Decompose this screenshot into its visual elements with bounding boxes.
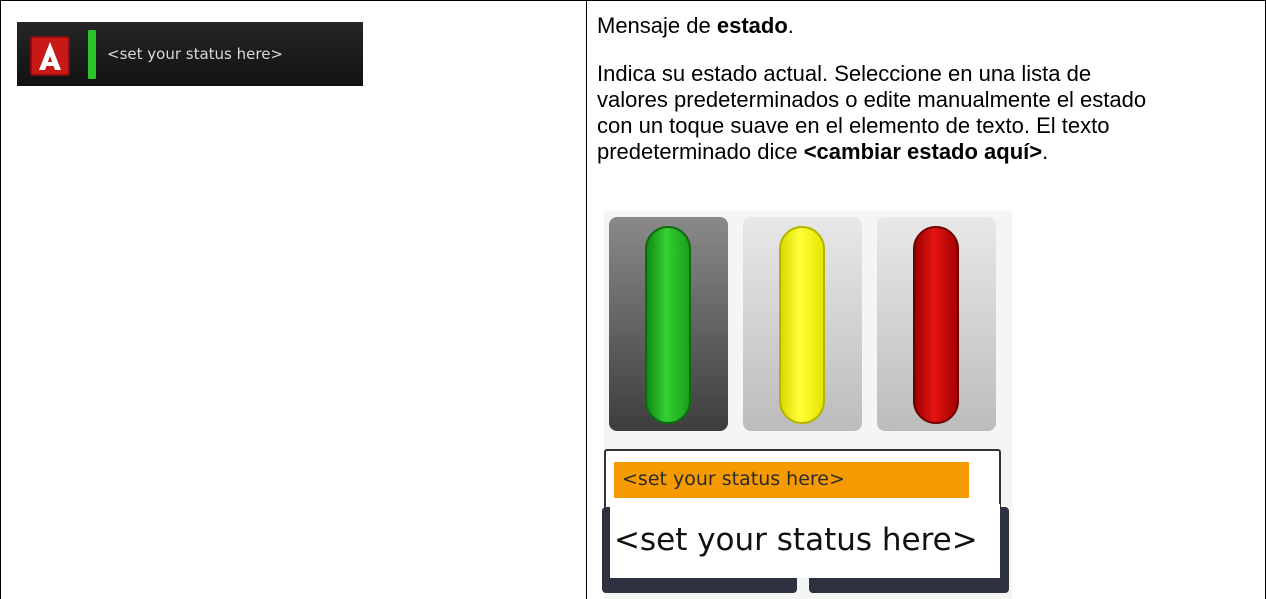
status-text[interactable]: <set your status here> <box>107 45 283 63</box>
heading-prefix: Mensaje de <box>597 13 717 38</box>
heading-suffix: . <box>787 13 794 38</box>
heading-bold: estado <box>716 13 788 38</box>
status-tile-red[interactable] <box>877 217 996 431</box>
heading: Mensaje de estado. <box>597 13 1265 39</box>
status-selector-screenshot: <set your status here> <set your status … <box>602 211 1012 599</box>
description-bold: <cambiar estado aquí> <box>803 139 1043 164</box>
red-lever-icon <box>913 226 959 424</box>
status-tile-yellow[interactable] <box>743 217 862 431</box>
yellow-lever-icon <box>779 226 825 424</box>
status-text-input[interactable]: <set your status here> <box>610 504 1000 578</box>
green-lever-icon <box>645 226 691 424</box>
app-logo-a-icon <box>30 36 70 76</box>
status-bar-screenshot: <set your status here> <box>17 22 363 86</box>
description-suffix: . <box>1042 139 1049 164</box>
description: Indica su estado actual. Seleccione en u… <box>597 61 1157 165</box>
status-color-indicator <box>88 30 96 79</box>
dropdown-option-label: <set your status here> <box>622 468 845 490</box>
dropdown-option-selected[interactable]: <set your status here> <box>614 462 969 498</box>
left-cell: <set your status here> <box>1 1 587 599</box>
status-tile-green[interactable] <box>609 217 728 431</box>
status-input-value: <set your status here> <box>614 522 978 558</box>
